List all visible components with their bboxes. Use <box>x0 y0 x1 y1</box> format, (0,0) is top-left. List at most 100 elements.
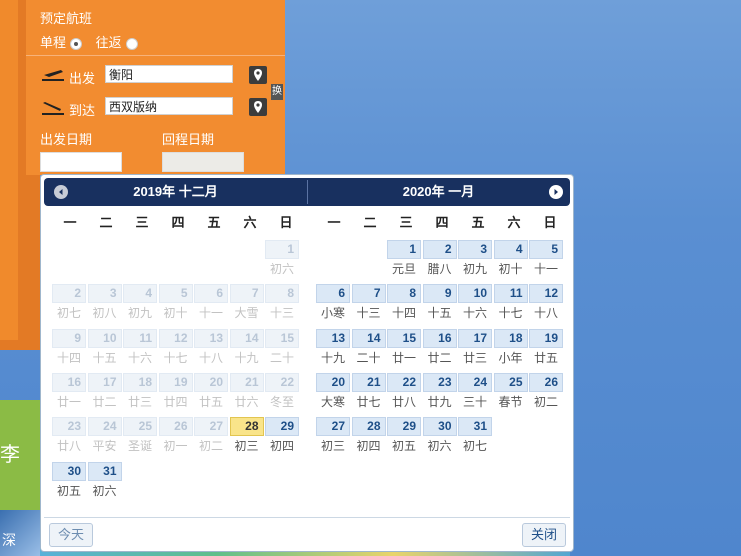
calendar-day-cell[interactable]: 11 十七 <box>493 284 528 324</box>
roundtrip-radio[interactable] <box>125 37 138 50</box>
lunar-label: 廿七 <box>356 394 381 409</box>
lunar-label: 十六 <box>127 350 152 365</box>
calendar-day-cell: 15 二十 <box>265 328 299 369</box>
right-month: 一二三四五六日 1 元旦 2 腊八 3 初九 4 初十 5 十一 6 小寒 7 十三 8 十四 9 十五 10 十六 1… <box>316 213 568 453</box>
day-number: 19 <box>529 328 563 348</box>
day-number: 17 <box>458 328 492 348</box>
day-number: 22 <box>387 372 421 392</box>
calendar-day-cell[interactable]: 31 初六 <box>87 461 122 502</box>
calendar-day-cell[interactable]: 21 廿七 <box>351 372 386 413</box>
calendar-day-cell[interactable]: 4 初十 <box>493 240 528 280</box>
calendar-day-cell: 25 圣诞 <box>123 417 157 457</box>
calendar-day-cell[interactable]: 10 十六 <box>458 284 492 324</box>
next-month-button[interactable] <box>549 185 563 199</box>
calendar-day-cell[interactable]: 17 廿三 <box>458 328 492 369</box>
calendar-day-cell[interactable]: 2 腊八 <box>422 240 457 280</box>
calendar-day-cell: 2 初七 <box>52 284 86 324</box>
day-number: 10 <box>87 328 122 348</box>
weekday-row: 一二三四五六日 <box>52 213 304 233</box>
weekday-label: 六 <box>243 215 257 230</box>
day-number: 14 <box>351 328 386 348</box>
lunar-label: 初四 <box>269 439 294 454</box>
calendar-day-cell: 1 初六 <box>265 240 299 280</box>
lunar-label: 十四 <box>56 350 81 365</box>
calendar-day-cell[interactable]: 8 十四 <box>387 284 421 324</box>
calendar-day-cell[interactable]: 6 小寒 <box>316 284 350 324</box>
calendar-header: 2019年 十二月 2020年 一月 <box>44 178 570 206</box>
swap-cities-button[interactable]: 换 <box>271 84 283 100</box>
calendar-day-cell[interactable]: 25 春节 <box>493 372 528 413</box>
calendar-day-cell[interactable]: 26 初二 <box>529 372 563 413</box>
calendar-day-cell[interactable]: 30 初六 <box>422 417 457 457</box>
arrive-location-button[interactable] <box>249 98 267 116</box>
left-month: 一二三四五六日 1 初六 2 初七 3 初八 4 初九 5 初十 6 十一 7 大雪 8 十三 9 十四 10 十五 1… <box>52 213 304 498</box>
day-number: 21 <box>229 372 264 392</box>
day-number: 30 <box>422 417 457 437</box>
lunar-label: 十三 <box>269 306 294 321</box>
calendar-day-cell[interactable]: 5 十一 <box>529 240 563 280</box>
arrive-label: 到达 <box>69 103 96 118</box>
return-date-input[interactable] <box>162 152 244 172</box>
calendar-day-cell[interactable]: 18 小年 <box>493 328 528 369</box>
day-number: 12 <box>158 328 193 348</box>
weekday-label: 日 <box>543 215 557 230</box>
calendar-day-cell[interactable]: 30 初五 <box>52 461 86 502</box>
calendar-day-cell[interactable]: 22 廿八 <box>387 372 421 413</box>
lunar-label: 初十 <box>163 306 188 321</box>
calendar-day-cell[interactable]: 29 初四 <box>265 417 299 457</box>
roundtrip-label[interactable]: 往返 <box>96 35 122 50</box>
oneway-radio[interactable] <box>70 37 83 50</box>
lunar-label: 初七 <box>462 439 487 454</box>
calendar-day-cell[interactable]: 14 二十 <box>351 328 386 369</box>
calendar-day-cell[interactable]: 31 初七 <box>458 417 492 457</box>
depart-date-label: 出发日期 <box>40 132 93 147</box>
day-number: 28 <box>229 417 264 437</box>
depart-location-button[interactable] <box>249 66 267 84</box>
oneway-label[interactable]: 单程 <box>40 35 66 50</box>
lunar-label: 十九 <box>234 350 259 365</box>
calendar-day-cell[interactable]: 24 三十 <box>458 372 492 413</box>
calendar-day-cell[interactable]: 12 十八 <box>529 284 563 324</box>
close-button[interactable]: 关闭 <box>522 523 567 547</box>
lunar-label: 平安 <box>92 439 117 454</box>
arrive-city-input[interactable]: 西双版纳 <box>105 97 233 115</box>
calendar-day-cell[interactable]: 3 初九 <box>458 240 492 280</box>
calendar-day-cell[interactable]: 15 廿一 <box>387 328 421 369</box>
lunar-label: 廿一 <box>391 350 416 365</box>
lunar-label: 初二 <box>198 439 223 454</box>
calendar-day-cell[interactable]: 13 十九 <box>316 328 350 369</box>
calendar-day-cell[interactable]: 27 初三 <box>316 417 350 457</box>
lunar-label: 初五 <box>391 439 416 454</box>
depart-city-input[interactable]: 衡阳 <box>105 65 233 83</box>
depart-date-input[interactable] <box>40 152 122 172</box>
calendar-day-cell[interactable]: 20 大寒 <box>316 372 350 413</box>
lunar-label: 十五 <box>92 350 117 365</box>
day-number: 12 <box>529 284 563 304</box>
day-number: 31 <box>87 461 122 481</box>
day-number: 19 <box>158 372 193 392</box>
panel-title: 预定航班 <box>40 11 93 26</box>
calendar-footer-divider <box>44 517 570 518</box>
calendar-day-cell[interactable]: 28 初四 <box>351 417 386 457</box>
day-number: 23 <box>422 372 457 392</box>
calendar-day-cell[interactable]: 16 廿二 <box>422 328 457 369</box>
day-number: 27 <box>194 417 228 437</box>
lunar-label: 二十 <box>356 350 381 365</box>
calendar-day-cell: 14 十九 <box>229 328 264 369</box>
calendar-day-cell[interactable]: 1 元旦 <box>387 240 421 280</box>
calendar-day-cell[interactable]: 28 初三 <box>229 417 264 457</box>
weekday-label: 一 <box>63 215 77 230</box>
calendar-day-cell[interactable]: 9 十五 <box>422 284 457 324</box>
day-number: 1 <box>387 240 421 259</box>
calendar-day-cell[interactable]: 7 十三 <box>351 284 386 324</box>
day-number: 15 <box>265 328 299 348</box>
day-number: 25 <box>123 417 157 437</box>
day-number: 22 <box>265 372 299 392</box>
calendar-day-cell[interactable]: 23 廿九 <box>422 372 457 413</box>
calendar-day-cell[interactable]: 29 初五 <box>387 417 421 457</box>
arrow-right-icon <box>554 189 558 195</box>
landing-icon <box>42 102 64 115</box>
today-button[interactable]: 今天 <box>49 523 94 547</box>
calendar-day-cell: 22 冬至 <box>265 372 299 413</box>
calendar-day-cell[interactable]: 19 廿五 <box>529 328 563 369</box>
